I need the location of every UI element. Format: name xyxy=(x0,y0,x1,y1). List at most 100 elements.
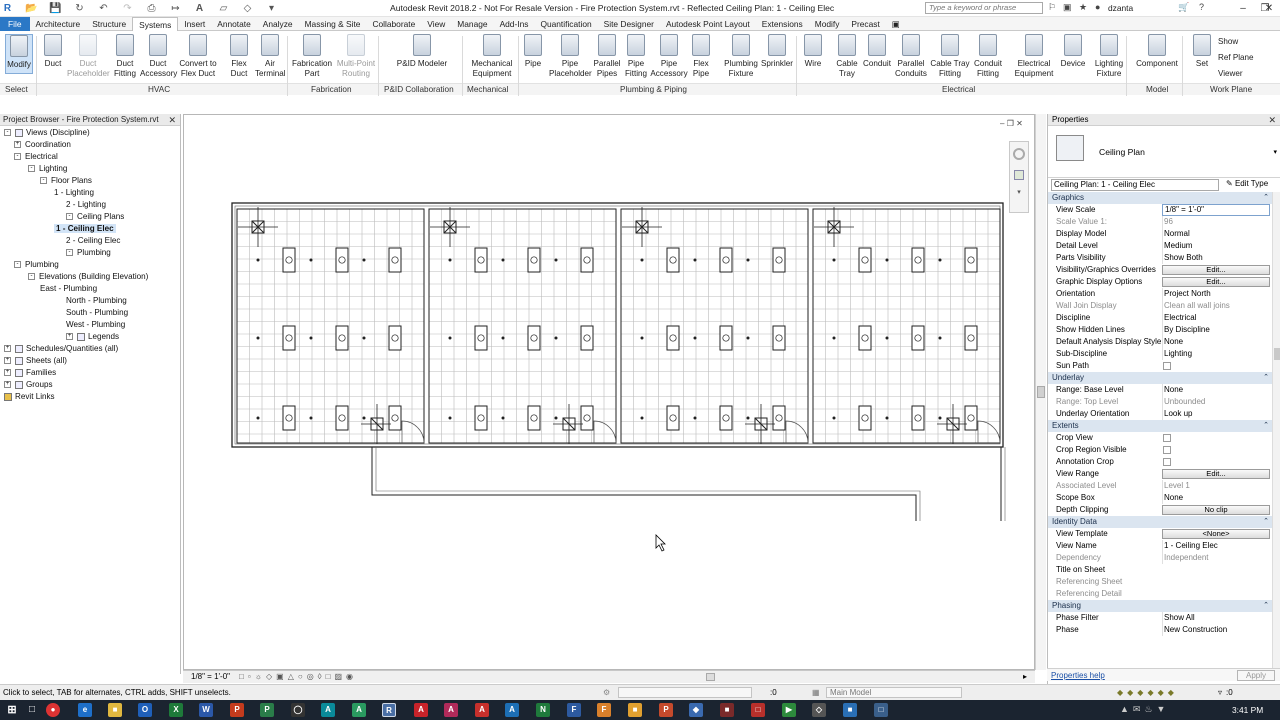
sprinkler-head[interactable] xyxy=(309,336,313,340)
lighting-fixture[interactable] xyxy=(719,325,733,351)
electrical-equipment-button[interactable]: Electrical Equipment xyxy=(1014,34,1054,79)
pipe-fitting-button[interactable]: Pipe Fitting xyxy=(622,34,650,79)
horizontal-scroll-thumb[interactable] xyxy=(706,673,715,681)
sprinkler-head[interactable] xyxy=(256,336,260,340)
tree-item[interactable]: + Families xyxy=(4,368,56,377)
lighting-fixture[interactable] xyxy=(335,247,349,273)
model-panel-label[interactable]: Model xyxy=(1146,85,1168,94)
sprinkler-head[interactable] xyxy=(938,258,942,262)
lighting-fixture[interactable] xyxy=(911,247,925,273)
close-button[interactable]: ✕ xyxy=(1258,0,1280,17)
door-swing[interactable] xyxy=(401,420,425,444)
lighting-fixture[interactable] xyxy=(858,405,872,431)
lighting-fixture[interactable] xyxy=(527,247,541,273)
minimize-button[interactable]: – xyxy=(1232,0,1254,17)
tree-item[interactable]: + Sheets (all) xyxy=(4,356,67,365)
conduit-fitting-button[interactable]: Conduit Fitting xyxy=(972,34,1004,79)
measure-icon[interactable]: ↦ xyxy=(168,2,183,15)
property-value[interactable]: None xyxy=(1162,336,1270,348)
binoculars-icon[interactable]: ⚐ xyxy=(1048,2,1056,13)
ref-plane-button[interactable]: Ref Plane xyxy=(1218,53,1254,63)
device-button[interactable]: Device xyxy=(1060,34,1086,69)
type-selector[interactable]: Ceiling Plan ▾ xyxy=(1048,126,1280,178)
sprinkler-head[interactable] xyxy=(746,336,750,340)
navbar-dropdown-icon[interactable]: ▾ xyxy=(1010,188,1028,196)
tab-precast[interactable]: Precast xyxy=(845,17,885,31)
revit-taskbar-icon[interactable]: R xyxy=(382,703,396,717)
pipe-button[interactable]: Pipe xyxy=(521,34,545,69)
app-icon-27[interactable]: □ xyxy=(874,703,888,717)
duct-accessory-button[interactable]: Duct Accessory xyxy=(140,34,177,79)
lighting-fixture[interactable] xyxy=(964,325,978,351)
app-icon-14[interactable]: A xyxy=(475,703,489,717)
sprinkler-head[interactable] xyxy=(746,258,750,262)
parallel-conduits-button[interactable]: Parallel Conduits xyxy=(894,34,928,79)
app-icon-23[interactable]: □ xyxy=(751,703,765,717)
tree-item[interactable]: - Elevations (Building Elevation) xyxy=(28,272,148,281)
app-icon-20[interactable]: P xyxy=(659,703,673,717)
save-icon[interactable]: 💾 xyxy=(48,2,63,15)
sprinkler-head[interactable] xyxy=(256,258,260,262)
view-control-icons[interactable]: □▫☼◇▣△○◎◊□▨◉ xyxy=(239,671,357,683)
app-icon-10[interactable]: A xyxy=(352,703,366,717)
expand-icon[interactable]: + xyxy=(4,357,11,365)
lighting-fixture[interactable] xyxy=(580,325,594,351)
user-name[interactable]: dzanta xyxy=(1108,3,1133,13)
property-value[interactable]: Look up xyxy=(1162,408,1270,420)
tree-item[interactable]: + Schedules/Quantities (all) xyxy=(4,344,118,353)
property-value[interactable]: None xyxy=(1162,492,1270,504)
instance-filter-select[interactable]: Ceiling Plan: 1 - Ceiling Elec xyxy=(1051,179,1219,191)
collapse-icon[interactable]: ⌃ xyxy=(1263,192,1269,204)
sprinkler-head[interactable] xyxy=(448,416,452,420)
tab-site-designer[interactable]: Site Designer xyxy=(598,17,660,31)
star-icon[interactable]: ★ xyxy=(1079,2,1087,13)
property-edit-button[interactable]: <None> xyxy=(1162,529,1270,539)
pipe-accessory-button[interactable]: Pipe Accessory xyxy=(649,34,689,79)
collapse-icon[interactable]: ⌃ xyxy=(1263,516,1269,528)
sprinkler-head[interactable] xyxy=(448,336,452,340)
sprinkler-head[interactable] xyxy=(885,336,889,340)
ceiling-plan-drawing[interactable] xyxy=(184,115,1036,671)
tree-item[interactable]: South - Plumbing xyxy=(66,308,128,317)
lighting-fixture[interactable] xyxy=(388,247,402,273)
lighting-fixture[interactable] xyxy=(474,325,488,351)
property-checkbox[interactable] xyxy=(1163,458,1171,466)
tree-item[interactable]: 1 - Ceiling Elec xyxy=(54,224,116,233)
workset-select[interactable] xyxy=(618,687,752,698)
property-checkbox[interactable] xyxy=(1163,434,1171,442)
property-value[interactable]: None xyxy=(1162,384,1270,396)
scroll-thumb[interactable] xyxy=(1037,386,1045,398)
app-icon-24[interactable]: ▶ xyxy=(782,703,796,717)
tree-item[interactable]: + Legends xyxy=(66,332,119,341)
sprinkler-head[interactable] xyxy=(693,416,697,420)
sprinkler-head[interactable] xyxy=(362,258,366,262)
tree-item[interactable]: + Coordination xyxy=(14,140,71,149)
pipe-placeholder-button[interactable]: Pipe Placeholder xyxy=(549,34,592,79)
lighting-fixture[interactable] xyxy=(388,405,402,431)
tab-view[interactable]: View xyxy=(421,17,451,31)
multi-point-routing-button[interactable]: Multi-Point Routing xyxy=(334,34,378,79)
property-checkbox[interactable] xyxy=(1163,446,1171,454)
sprinkler-head[interactable] xyxy=(885,416,889,420)
property-edit-button[interactable]: Edit... xyxy=(1162,277,1270,287)
tree-item[interactable]: - Ceiling Plans xyxy=(66,212,124,221)
plumbing-piping-panel-label[interactable]: Plumbing & Piping xyxy=(620,85,687,94)
tab-file[interactable]: File xyxy=(0,17,30,31)
air-terminal-button[interactable]: Air Terminal xyxy=(255,34,286,79)
tab-architecture[interactable]: Architecture xyxy=(30,17,87,31)
powerpoint-icon[interactable]: P xyxy=(230,703,244,717)
tree-item[interactable]: East - Plumbing xyxy=(40,284,97,293)
lighting-fixture[interactable] xyxy=(527,405,541,431)
lighting-fixture[interactable] xyxy=(772,405,786,431)
wire-button[interactable]: Wire xyxy=(800,34,826,69)
tree-item[interactable]: - Views (Discipline) xyxy=(4,128,90,137)
sprinkler-head[interactable] xyxy=(746,416,750,420)
tree-item[interactable]: 1 - Lighting xyxy=(54,188,94,197)
collapse-icon[interactable]: - xyxy=(40,177,47,185)
task-view-icon[interactable]: □ xyxy=(25,703,39,717)
app-icon-16[interactable]: N xyxy=(536,703,550,717)
sprinkler-head[interactable] xyxy=(554,336,558,340)
flex-duct-button[interactable]: Flex Duct xyxy=(226,34,252,79)
door-swing[interactable] xyxy=(593,420,617,444)
lighting-fixture[interactable] xyxy=(666,325,680,351)
